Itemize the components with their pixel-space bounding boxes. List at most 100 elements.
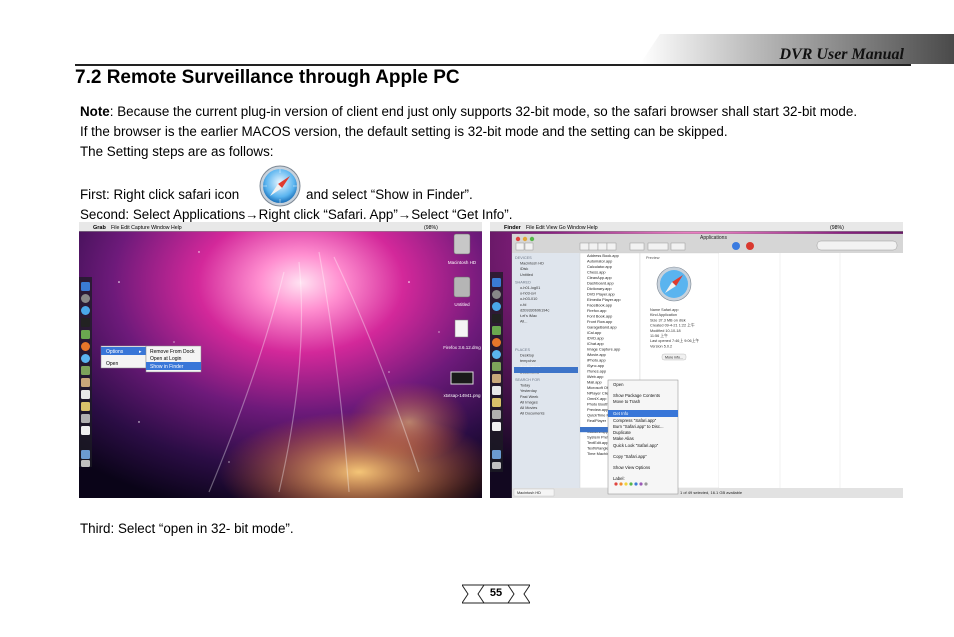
context-menu-item: Make Alias [613,436,634,441]
window-title: Applications [700,235,727,241]
sidebar-heading: SEARCH FOR [515,378,540,382]
context-menu-item: Copy “Safari.app” [613,454,647,459]
desktop-icon-label: Untitled [454,302,470,307]
sidebar-item: Untitled [520,273,533,277]
sidebar-item: Macintosh HD [520,262,544,266]
app-list-item: GarageBand.app [587,325,617,330]
app-list-item: Mail.app [587,380,602,385]
app-list-item: TextEdit.app [587,440,608,445]
arrow-icon: → [245,207,259,222]
menubar-items: File Edit View Go Window Help [526,225,598,231]
app-list-item: iChat.app [587,341,604,346]
app-list-item: iDVD.app [587,336,604,341]
section-title: 7.2 Remote Surveillance through Apple PC [75,67,460,88]
app-list-item: Time Machine [587,451,611,456]
step-third: Third: Select “open in 32- bit mode”. [80,521,294,536]
context-menu-item: Get Info [613,411,629,416]
sidebar-item: Today [520,384,530,388]
context-menu-item: Burn “Safari.app” to Disc... [613,424,664,429]
sidebar-item: o-h03-010 [520,297,537,301]
submenu-item: Remove From Dock [150,349,195,355]
sidebar-item: All Images [520,400,538,404]
preview-info-line: Modified 10-10-18 [650,329,681,333]
step-second-a: Second: Select Applications [80,207,246,222]
app-list-item: Chess.app [587,270,606,275]
sidebar-item: o-h03-svr [520,292,537,296]
step-second-c: Select “Get Info”. [411,207,513,222]
preview-info-line: Created 09-4-21 1:22 上午 [650,323,695,328]
app-list-item: Calculator.app [587,264,612,269]
context-menu-item: Label: [613,476,625,481]
preview-info-line: 11:56 上午 [650,333,668,338]
page-number: 55 [461,583,531,605]
menubar-status: (98%) [424,225,438,231]
app-list-item: CleanApp.app [587,275,612,280]
submenu-item: Open at Login [150,356,182,362]
app-list-item: Preview.app [587,407,608,412]
sidebar-heading: DEVICES [515,256,532,260]
preview-info-line: Last opened 7:46上 9:06上午 [650,338,699,343]
step-first-b: and select “Show in Finder”. [306,187,473,202]
sidebar-item: iDisk [520,267,528,271]
path-bar: Macintosh HD [517,491,541,495]
app-list-item: FaceBook.app [587,303,612,308]
menu-item-options: Options [106,349,124,355]
note-line-1: Note: Because the current plug-in versio… [80,102,857,122]
app-list-item: Automator.app [587,259,612,264]
step-first-a: First: Right click safari icon [80,187,240,202]
screenshot-finder: Finder File Edit View Go Window Help (98… [490,222,903,498]
sidebar-item: c-fd [520,303,526,307]
desktop-icon-label: Firefox 3.6.12.dmg [443,345,481,350]
app-list-item: iPhoto.app [587,358,606,363]
menubar-app-name: Grab [93,225,106,231]
context-menu-item: Quick Look “Safari.app” [613,443,659,448]
context-menu-item: Compress “Safari.app” [613,418,657,423]
app-list-item: Font Book.app [587,314,612,319]
app-list-item: System Pref [587,435,609,440]
sidebar-item: Desktop [520,354,534,358]
app-list-item: Elmedia Player.app [587,297,621,302]
status-text: 1 of 49 selected, 16.1 GB available [680,490,743,495]
app-list-item: Dashboard.app [587,281,614,286]
sidebar-item: All... [520,320,527,324]
arrow-icon: → [397,207,412,222]
header-rule [75,64,911,66]
note-text-1: : Because the current plug-in version of… [109,104,858,119]
note-label: Note [80,104,110,119]
sidebar-item: o-h01-log01 [520,286,540,290]
sidebar-item: Yesterday [520,389,537,393]
safari-icon [258,164,302,208]
note-line-2: If the browser is the earlier MACOS vers… [80,124,728,139]
sidebar-item: d2b9330b9b194c [520,308,549,312]
app-list-item: Image Capture.app [587,347,620,352]
sidebar-item: All Documents [520,412,545,416]
app-list-item: iWeb.app [587,374,603,379]
header-title: DVR User Manual [779,46,904,63]
preview-info-line: Name Safari.app [650,308,679,312]
menubar-status: (98%) [830,225,844,231]
app-list-item: DVD Player.app [587,292,615,297]
context-menu-item: Move to Trash [613,399,641,404]
screenshot-desktop: Grab File Edit Capture Window Help (98%) [79,222,482,498]
app-list-item: iMovie.app [587,352,606,357]
preview-info-line: Version 5.0.2 [650,344,672,348]
app-list-item: Address Book.app [587,253,619,258]
desktop-icon-label: xtxtsap-14941.png [443,393,481,398]
sidebar-heading: SHARED [515,280,531,284]
sidebar-item: t-el's iMac [520,314,537,318]
submenu-item: Show in Finder [150,364,184,370]
preview-info-line: Kind Application [650,313,677,317]
menubar-items: File Edit Capture Window Help [111,225,182,231]
app-list-item: Dictionary.app [587,286,612,291]
more-info-button: More info... [665,356,683,360]
app-list-item: OmniX.app [587,396,606,401]
app-list-item: Photo Booth [587,402,608,407]
sidebar-item: tempchar [520,359,537,363]
finder-context-menu: Open Show Package ContentsMove to Trash Ge… [607,379,679,495]
sidebar-heading: PLACES [515,348,530,352]
context-menu-item: Show View Options [613,465,650,470]
dock-context-menu: Options ▸ Open Remove From Dock Open at … [100,345,202,373]
page-number-text: 55 [489,587,503,599]
app-list-item: iTunes.app [587,369,606,374]
menubar-app-name: Finder [504,225,522,231]
